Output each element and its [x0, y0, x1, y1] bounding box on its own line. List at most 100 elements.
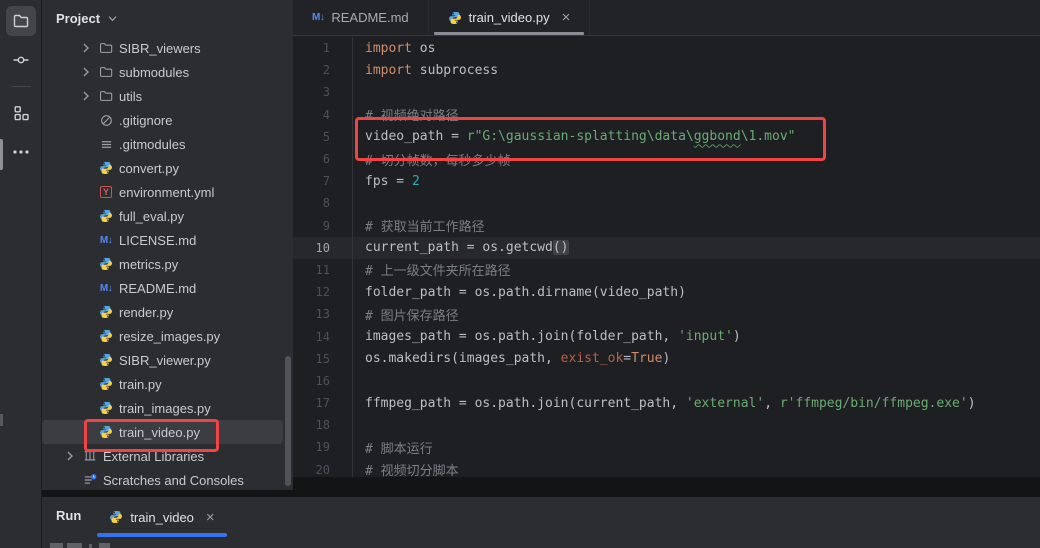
tree-item-environment-yml[interactable]: Yenvironment.yml	[42, 180, 293, 204]
tool-window-stripe	[0, 0, 42, 548]
line-number[interactable]: 18	[293, 418, 330, 432]
stripe-button-more[interactable]	[6, 137, 36, 167]
code-viewport[interactable]: 1import os2import subprocess34# 视频绝对路径5v…	[293, 37, 1040, 481]
code-line-10[interactable]: 10current_path = os.getcwd()	[293, 237, 1040, 259]
code-line-11[interactable]: 11# 上一级文件夹所在路径	[293, 259, 1040, 281]
lines-icon	[96, 138, 116, 151]
structure-icon	[12, 104, 30, 122]
tree-item-metrics-py[interactable]: metrics.py	[42, 252, 293, 276]
tree-item-gitmodules[interactable]: .gitmodules	[42, 132, 293, 156]
commit-icon	[12, 51, 30, 69]
code-line-12[interactable]: 12folder_path = os.path.dirname(video_pa…	[293, 281, 1040, 303]
chevron-right-icon[interactable]	[76, 66, 96, 78]
markdown-icon: M↓	[96, 283, 116, 294]
code-line-text: import subprocess	[330, 63, 498, 78]
tab-train-video-py[interactable]: train_video.py×	[429, 0, 591, 35]
code-line-18[interactable]: 18	[293, 414, 1040, 436]
tree-item-train-py[interactable]: train.py	[42, 372, 293, 396]
code-line-5[interactable]: 5video_path = r"G:\gaussian-splatting\da…	[293, 126, 1040, 148]
tab-readme-md[interactable]: M↓README.md	[293, 0, 429, 35]
close-icon[interactable]: ×	[206, 510, 215, 525]
line-number[interactable]: 7	[293, 174, 330, 188]
line-number[interactable]: 16	[293, 374, 330, 388]
stripe-button-project[interactable]	[6, 6, 36, 36]
line-number[interactable]: 5	[293, 130, 330, 144]
line-number[interactable]: 8	[293, 196, 330, 210]
tree-item-scratches-and-consoles[interactable]: Scratches and Consoles	[42, 468, 293, 490]
code-line-8[interactable]: 8	[293, 192, 1040, 214]
chevron-right-icon[interactable]	[76, 42, 96, 54]
console-partial-content	[99, 543, 110, 548]
tree-item-train-images-py[interactable]: train_images.py	[42, 396, 293, 420]
line-number[interactable]: 4	[293, 108, 330, 122]
line-number[interactable]: 17	[293, 396, 330, 410]
code-line-text: # 上一级文件夹所在路径	[330, 260, 511, 279]
code-line-2[interactable]: 2import subprocess	[293, 59, 1040, 81]
code-line-14[interactable]: 14images_path = os.path.join(folder_path…	[293, 325, 1040, 347]
code-line-9[interactable]: 9# 获取当前工作路径	[293, 215, 1040, 237]
line-number[interactable]: 9	[293, 219, 330, 233]
tree-item-train-video-py[interactable]: train_video.py	[42, 420, 283, 444]
line-number[interactable]: 15	[293, 352, 330, 366]
code-line-16[interactable]: 16	[293, 370, 1040, 392]
line-number[interactable]: 11	[293, 263, 330, 277]
tree-item-readme-md[interactable]: M↓README.md	[42, 276, 293, 300]
line-number[interactable]: 19	[293, 440, 330, 454]
editor-area[interactable]: M↓README.mdtrain_video.py× 1import os2im…	[293, 0, 1040, 497]
code-line-19[interactable]: 19# 脚本运行	[293, 436, 1040, 458]
tree-item-utils[interactable]: utils	[42, 84, 293, 108]
line-number[interactable]: 12	[293, 285, 330, 299]
code-line-4[interactable]: 4# 视频绝对路径	[293, 104, 1040, 126]
tree-item-external-libraries[interactable]: External Libraries	[42, 444, 293, 468]
markdown-icon: M↓	[312, 12, 324, 23]
line-number[interactable]: 14	[293, 330, 330, 344]
panel-bottom-separator	[42, 490, 293, 497]
tree-item-sibr-viewer-py[interactable]: SIBR_viewer.py	[42, 348, 293, 372]
tree-scrollbar-thumb[interactable]	[285, 356, 291, 486]
tree-item-convert-py[interactable]: convert.py	[42, 156, 293, 180]
tree-item-full-eval-py[interactable]: full_eval.py	[42, 204, 293, 228]
tree-item-label: SIBR_viewer.py	[119, 353, 211, 368]
tree-item-label: environment.yml	[119, 185, 214, 200]
project-panel: Project SIBR_viewerssubmodules utils .giti…	[42, 0, 293, 490]
tree-item-sibr-viewers[interactable]: SIBR_viewers	[42, 36, 293, 60]
line-number[interactable]: 20	[293, 463, 330, 477]
python-icon	[96, 257, 116, 271]
code-line-1[interactable]: 1import os	[293, 37, 1040, 59]
code-line-3[interactable]: 3	[293, 81, 1040, 103]
chevron-down-icon[interactable]	[107, 13, 118, 24]
code-line-13[interactable]: 13# 图片保存路径	[293, 303, 1040, 325]
stripe-button-commit[interactable]	[6, 45, 36, 75]
line-number[interactable]: 1	[293, 41, 330, 55]
window-edge-marker	[0, 414, 3, 426]
line-number[interactable]: 2	[293, 63, 330, 77]
code-line-15[interactable]: 15os.makedirs(images_path, exist_ok=True…	[293, 348, 1040, 370]
line-number[interactable]: 10	[293, 241, 330, 255]
tree-item-label: utils	[119, 89, 142, 104]
project-panel-header[interactable]: Project	[42, 0, 293, 36]
line-number[interactable]: 13	[293, 307, 330, 321]
code-line-text: fps = 2	[330, 174, 420, 189]
code-line-7[interactable]: 7fps = 2	[293, 170, 1040, 192]
ignore-icon	[96, 114, 116, 127]
line-number[interactable]: 3	[293, 85, 330, 99]
run-tab-train_video[interactable]: train_video ×	[97, 497, 227, 537]
run-tab-label: train_video	[130, 510, 194, 525]
line-number[interactable]: 6	[293, 152, 330, 166]
tree-item-submodules[interactable]: submodules	[42, 60, 293, 84]
tree-item-render-py[interactable]: render.py	[42, 300, 293, 324]
close-icon[interactable]: ×	[562, 10, 571, 25]
python-icon	[96, 353, 116, 367]
stripe-button-structure[interactable]	[6, 98, 36, 128]
tree-item-license-md[interactable]: M↓LICENSE.md	[42, 228, 293, 252]
tree-item-resize-images-py[interactable]: resize_images.py	[42, 324, 293, 348]
tree-item-gitignore[interactable]: .gitignore	[42, 108, 293, 132]
code-line-text: video_path = r"G:\gaussian-splatting\dat…	[330, 129, 796, 144]
code-line-text: import os	[330, 41, 435, 56]
code-line-6[interactable]: 6# 切分帧数，每秒多少帧	[293, 148, 1040, 170]
code-line-17[interactable]: 17ffmpeg_path = os.path.join(current_pat…	[293, 392, 1040, 414]
chevron-right-icon[interactable]	[60, 450, 80, 462]
tree-item-label: .gitmodules	[119, 137, 185, 152]
chevron-right-icon[interactable]	[76, 90, 96, 102]
console-partial-content	[50, 543, 63, 548]
